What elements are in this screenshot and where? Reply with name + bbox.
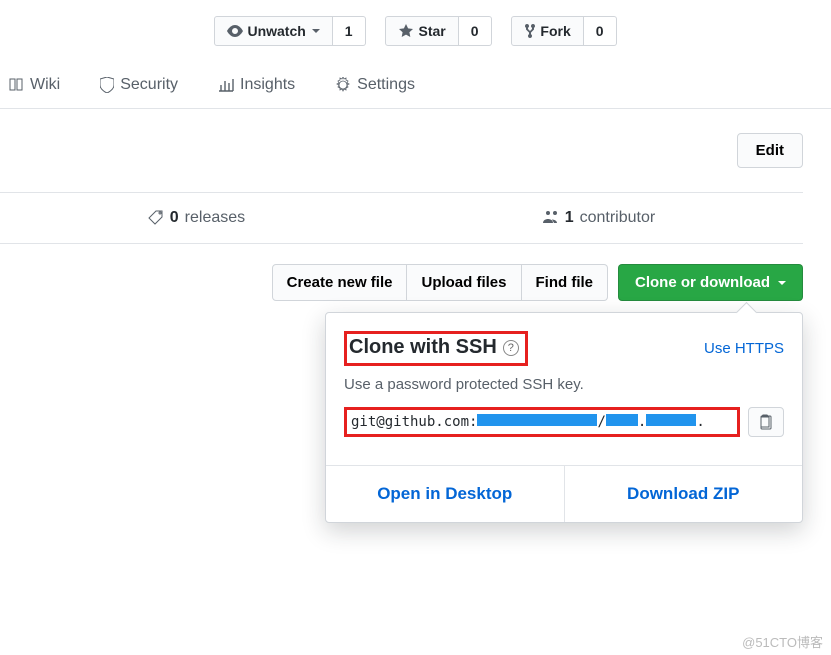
use-https-link[interactable]: Use HTTPS xyxy=(704,340,784,357)
tab-insights[interactable]: Insights xyxy=(210,62,303,108)
edit-row: Edit xyxy=(0,109,831,192)
star-button[interactable]: Star xyxy=(385,16,458,46)
clone-dropdown: Clone with SSH ? Use HTTPS Use a passwor… xyxy=(325,312,803,523)
graph-icon xyxy=(218,77,234,93)
star-icon xyxy=(398,23,414,39)
tab-wiki[interactable]: Wiki xyxy=(0,62,68,108)
repo-stats: 0 releases 1 contributor xyxy=(0,192,803,244)
fork-label: Fork xyxy=(540,23,570,39)
repo-action-bar: Unwatch 1 Star 0 Fork 0 xyxy=(0,0,831,62)
watermark: @51CTO博客 xyxy=(742,632,823,651)
gear-icon xyxy=(335,77,351,93)
unwatch-button[interactable]: Unwatch xyxy=(214,16,332,46)
tab-settings[interactable]: Settings xyxy=(327,62,423,108)
fork-icon xyxy=(524,23,536,39)
find-file-button[interactable]: Find file xyxy=(522,264,609,301)
releases-stat[interactable]: 0 releases xyxy=(148,209,245,227)
repo-tabnav: Wiki Security Insights Settings xyxy=(0,62,831,109)
clone-download-button[interactable]: Clone or download xyxy=(618,264,803,301)
eye-icon xyxy=(227,23,243,39)
tag-icon xyxy=(148,210,164,226)
clone-title-highlight: Clone with SSH ? xyxy=(344,331,528,366)
open-in-desktop-button[interactable]: Open in Desktop xyxy=(326,466,565,522)
download-zip-button[interactable]: Download ZIP xyxy=(565,466,803,522)
clone-url-input[interactable]: git@github.com:/.. xyxy=(351,414,733,430)
people-icon xyxy=(541,210,559,226)
book-icon xyxy=(8,77,24,93)
create-new-file-button[interactable]: Create new file xyxy=(272,264,408,301)
copy-url-button[interactable] xyxy=(748,407,784,437)
shield-icon xyxy=(100,77,114,93)
unwatch-label: Unwatch xyxy=(247,23,305,39)
upload-files-button[interactable]: Upload files xyxy=(407,264,521,301)
clone-title: Clone with SSH xyxy=(349,336,497,359)
caret-down-icon xyxy=(312,29,320,33)
watch-count[interactable]: 1 xyxy=(333,16,366,46)
clone-url-redacted xyxy=(477,414,597,426)
clone-url-highlight: git@github.com:/.. xyxy=(344,407,740,437)
clone-description: Use a password protected SSH key. xyxy=(344,376,784,393)
contributors-stat[interactable]: 1 contributor xyxy=(541,209,656,227)
clipboard-icon xyxy=(759,414,773,430)
tab-security[interactable]: Security xyxy=(92,62,186,108)
question-icon[interactable]: ? xyxy=(503,340,519,356)
star-count[interactable]: 0 xyxy=(459,16,492,46)
edit-button[interactable]: Edit xyxy=(737,133,803,168)
caret-down-icon xyxy=(778,281,786,285)
file-actions-row: Create new file Upload files Find file C… xyxy=(0,244,831,321)
star-label: Star xyxy=(418,23,445,39)
fork-count[interactable]: 0 xyxy=(584,16,617,46)
fork-button[interactable]: Fork xyxy=(511,16,583,46)
